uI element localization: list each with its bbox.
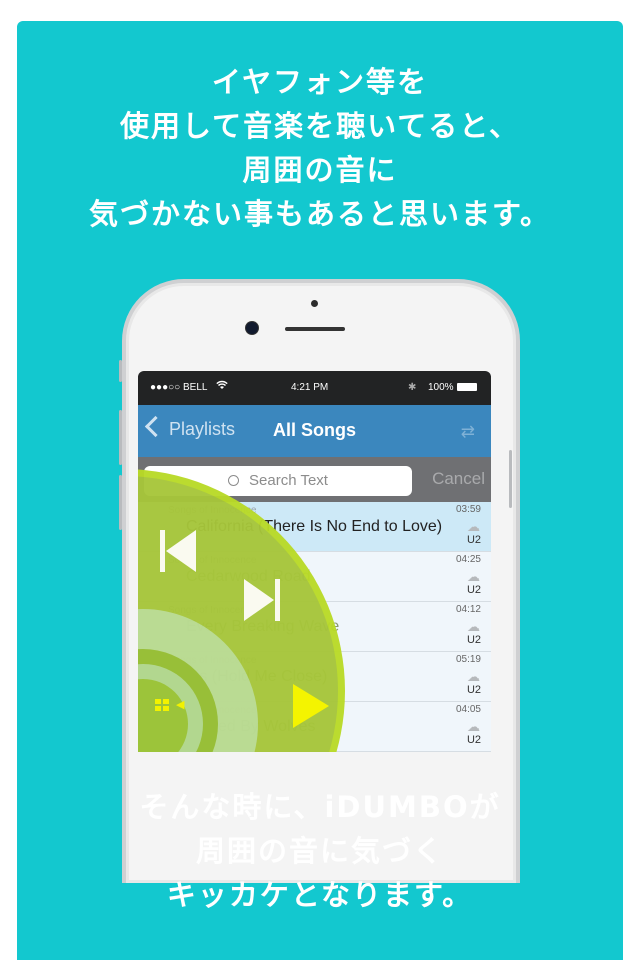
headline-line: イヤフォン等を [211, 65, 429, 99]
back-button[interactable]: Playlists [144, 415, 236, 440]
cloud-icon: ☁ [467, 519, 480, 534]
song-duration: 04:25 [455, 554, 481, 565]
song-duration: 05:19 [455, 654, 481, 665]
bluetooth-icon: ✱ [408, 382, 417, 393]
earpiece-speaker [285, 327, 345, 331]
carrier-label: ●●●○○ BELL [150, 382, 208, 393]
volume-down-button [119, 475, 122, 530]
headline-line: 気づかない事もあると思います。 [88, 197, 552, 231]
volume-up-button [119, 410, 122, 465]
phone-screen: ●●●○○ BELL 4:21 PM ✱ 100% Playlists All … [138, 371, 491, 752]
battery-percent: 100% [428, 382, 454, 393]
song-duration: 04:12 [455, 604, 481, 615]
back-label: Playlists [169, 419, 236, 439]
search-icon [228, 475, 240, 486]
search-placeholder: Search Text [249, 472, 328, 489]
wifi-icon [216, 380, 228, 393]
skip-next-icon[interactable] [244, 579, 280, 621]
page-title: All Songs [273, 420, 357, 440]
song-artist: U2 [466, 684, 481, 696]
power-button [509, 450, 512, 508]
cloud-icon: ☁ [467, 719, 480, 734]
cloud-icon: ☁ [467, 669, 480, 684]
status-time: 4:21 PM [291, 382, 329, 393]
front-camera-icon [246, 322, 258, 334]
grid-icon[interactable] [155, 699, 171, 713]
chevron-left-icon [144, 415, 167, 438]
song-artist: U2 [466, 584, 481, 596]
repeat-icon[interactable]: ⇄ [461, 422, 475, 442]
song-artist: U2 [466, 534, 481, 546]
headline-line: 使用して音楽を聴いてると、 [119, 109, 521, 143]
bottom-headline: そんな時に、iDUMBOが 周囲の音に気づく キッカケとなります。 [0, 785, 640, 917]
top-headline: イヤフォン等を 使用して音楽を聴いてると、 周囲の音に 気づかない事もあると思い… [0, 60, 640, 236]
headline-line: キッカケとなります。 [166, 878, 474, 912]
mute-switch [119, 360, 122, 382]
play-icon[interactable] [293, 684, 329, 728]
status-bar: ●●●○○ BELL 4:21 PM ✱ 100% [138, 371, 491, 405]
cancel-button[interactable]: Cancel [432, 469, 485, 489]
song-artist: U2 [466, 634, 481, 646]
headline-line: そんな時に、iDUMBOが [139, 790, 501, 824]
skip-previous-icon[interactable] [160, 530, 196, 572]
cloud-icon: ☁ [467, 569, 480, 584]
cloud-icon: ☁ [467, 619, 480, 634]
song-duration: 04:05 [455, 704, 481, 715]
headline-line: 周囲の音に [242, 153, 398, 187]
battery-icon [457, 383, 477, 391]
song-artist: U2 [466, 734, 481, 746]
song-duration: 03:59 [455, 504, 481, 515]
proximity-sensor [311, 300, 318, 307]
nav-bar: Playlists All Songs ⇄ [138, 405, 491, 457]
headline-line: 周囲の音に気づく [195, 834, 444, 868]
volume-icon[interactable]: ◀ [176, 698, 184, 711]
